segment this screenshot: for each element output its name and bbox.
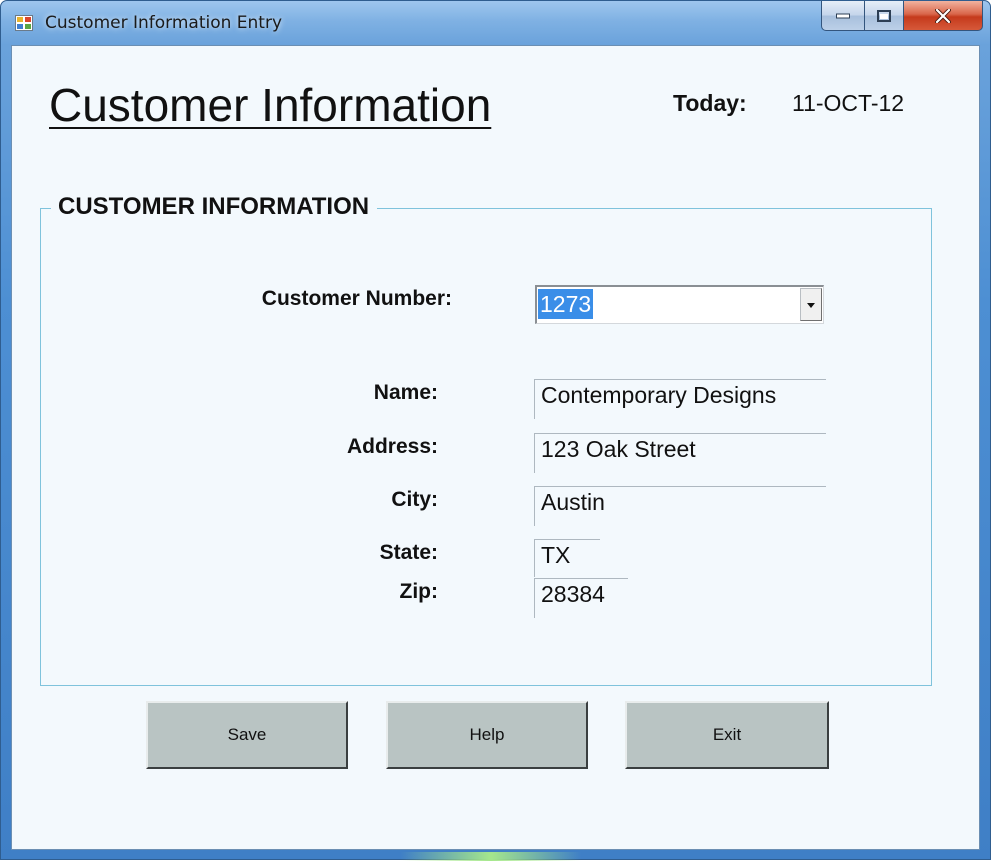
window-title: Customer Information Entry <box>45 13 283 33</box>
state-field[interactable]: TX <box>534 539 600 577</box>
name-label: Name: <box>373 381 438 404</box>
address-field[interactable]: 123 Oak Street <box>534 433 826 473</box>
exit-button[interactable]: Exit <box>625 701 829 769</box>
title-bar[interactable]: Customer Information Entry <box>1 1 990 45</box>
city-field[interactable]: Austin <box>534 486 826 526</box>
close-icon <box>935 8 951 23</box>
today-date: 11-OCT-12 <box>792 90 905 116</box>
maximize-icon <box>877 9 891 22</box>
customer-number-dropdown-button[interactable] <box>800 288 822 321</box>
city-label: City: <box>391 488 438 511</box>
address-label: Address: <box>346 435 438 458</box>
minimize-button[interactable] <box>821 1 865 31</box>
window-controls <box>821 1 983 33</box>
customer-number-label: Customer Number: <box>261 287 452 310</box>
page-title: Customer Information <box>49 79 492 131</box>
customer-number-value: 1273 <box>538 289 594 319</box>
save-button[interactable]: Save <box>146 701 348 769</box>
name-field[interactable]: Contemporary Designs <box>534 379 826 419</box>
groupbox-title: CUSTOMER INFORMATION <box>51 193 378 221</box>
zip-field[interactable]: 28384 <box>534 578 628 618</box>
chevron-down-icon <box>807 303 815 308</box>
help-button[interactable]: Help <box>386 701 588 769</box>
maximize-button[interactable] <box>864 1 904 31</box>
today-label: Today: <box>673 90 747 116</box>
customer-number-combobox[interactable]: 1273 <box>535 285 824 324</box>
state-label: State: <box>379 541 438 564</box>
minimize-icon <box>836 13 850 18</box>
form-window-icon <box>15 15 33 31</box>
close-button[interactable] <box>903 1 983 31</box>
app-window: Customer Information Entry Customer Info… <box>0 0 991 861</box>
form-client-area: Customer Information Today: 11-OCT-12 CU… <box>11 45 980 850</box>
zip-label: Zip: <box>399 580 438 603</box>
